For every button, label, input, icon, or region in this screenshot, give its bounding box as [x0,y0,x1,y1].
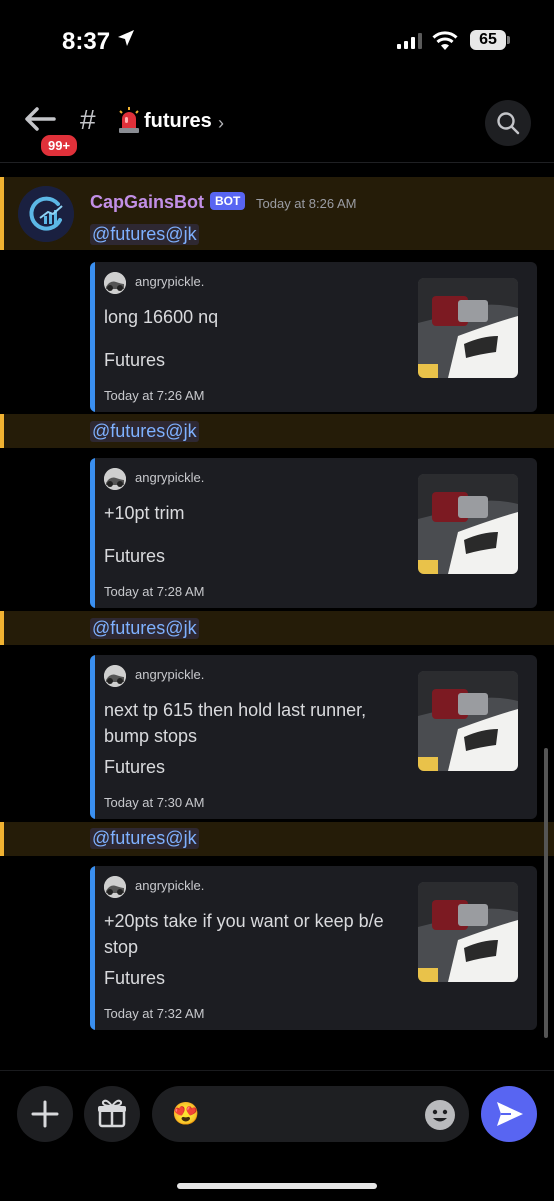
wifi-icon [432,31,458,50]
embed-description: long 16600 nq [104,307,219,327]
status-time: 8:37 [62,28,111,55]
embed-footer: Today at 7:30 AM [104,795,205,810]
battery-indicator: 65 [470,30,506,50]
embed-card: angrypickle. long 16600 nq Futures Today… [90,262,537,412]
channel-hash-icon: # [80,104,96,135]
embed-author[interactable]: angrypickle. [135,878,204,893]
embed-field: Futures [104,968,166,988]
mention-highlight [0,177,554,250]
embed-author-avatar [104,272,126,294]
bot-avatar[interactable] [18,186,74,242]
send-button[interactable] [481,1086,537,1142]
search-button[interactable] [485,100,531,146]
status-bar: 8:37 65 [0,0,554,80]
embed-author[interactable]: angrypickle. [135,274,204,289]
message-input[interactable]: 😍 [152,1086,469,1142]
embed-thumbnail[interactable] [418,278,518,378]
embed-footer: Today at 7:26 AM [104,388,205,403]
embed-description: +10pt trim [104,503,185,523]
bot-tag: BOT [210,192,246,210]
mention-highlight [0,414,554,448]
embed-field: Futures [104,350,166,370]
embed-thumbnail[interactable] [418,474,518,574]
message-composer: 😍 [0,1070,554,1201]
role-mention[interactable]: @futures@jk [90,618,199,639]
battery-nub [507,36,510,44]
embed-author[interactable]: angrypickle. [135,470,204,485]
embed-card: angrypickle. +10pt trim Futures Today at… [90,458,537,608]
embed-author-avatar [104,876,126,898]
search-icon [497,112,520,135]
siren-icon [119,107,139,133]
emoji-picker-icon[interactable] [424,1099,456,1131]
cellular-signal-icon [397,33,422,49]
role-mention[interactable]: @futures@jk [90,224,199,245]
capgains-logo-icon [18,186,74,242]
role-mention[interactable]: @futures@jk [90,828,199,849]
scrollbar[interactable] [544,748,548,1038]
embed-footer: Today at 7:28 AM [104,584,205,599]
message-author[interactable]: CapGainsBot [90,192,204,213]
embed-field: Futures [104,757,166,777]
gift-button[interactable] [84,1086,140,1142]
embed-description: +20pts take if you want or keep b/e stop [104,911,384,957]
embed-author-avatar [104,468,126,490]
gift-icon [98,1099,126,1128]
embed-card: angrypickle. +20pts take if you want or … [90,866,537,1030]
add-attachment-button[interactable] [17,1086,73,1142]
back-arrow-icon[interactable] [24,106,56,132]
home-indicator[interactable] [177,1183,377,1189]
role-mention[interactable]: @futures@jk [90,421,199,442]
send-icon [497,1102,523,1126]
chevron-right-icon[interactable]: › [218,113,224,134]
emoji-draft: 😍 [172,1101,200,1126]
embed-author-avatar [104,665,126,687]
embed-field: Futures [104,546,166,566]
embed-footer: Today at 7:32 AM [104,1006,205,1021]
channel-name[interactable]: futures [144,110,212,133]
embed-author[interactable]: angrypickle. [135,667,204,682]
embed-description: next tp 615 then hold last runner, bump … [104,700,367,746]
plus-icon [31,1100,59,1128]
mention-highlight [0,822,554,856]
embed-thumbnail[interactable] [418,671,518,771]
embed-card: angrypickle. next tp 615 then hold last … [90,655,537,819]
message-timestamp: Today at 8:26 AM [256,196,357,211]
location-arrow-icon [118,30,134,46]
mention-highlight [0,611,554,645]
embed-thumbnail[interactable] [418,882,518,982]
channel-header: 99+ # futures › [0,80,554,163]
unread-badge: 99+ [38,132,81,159]
